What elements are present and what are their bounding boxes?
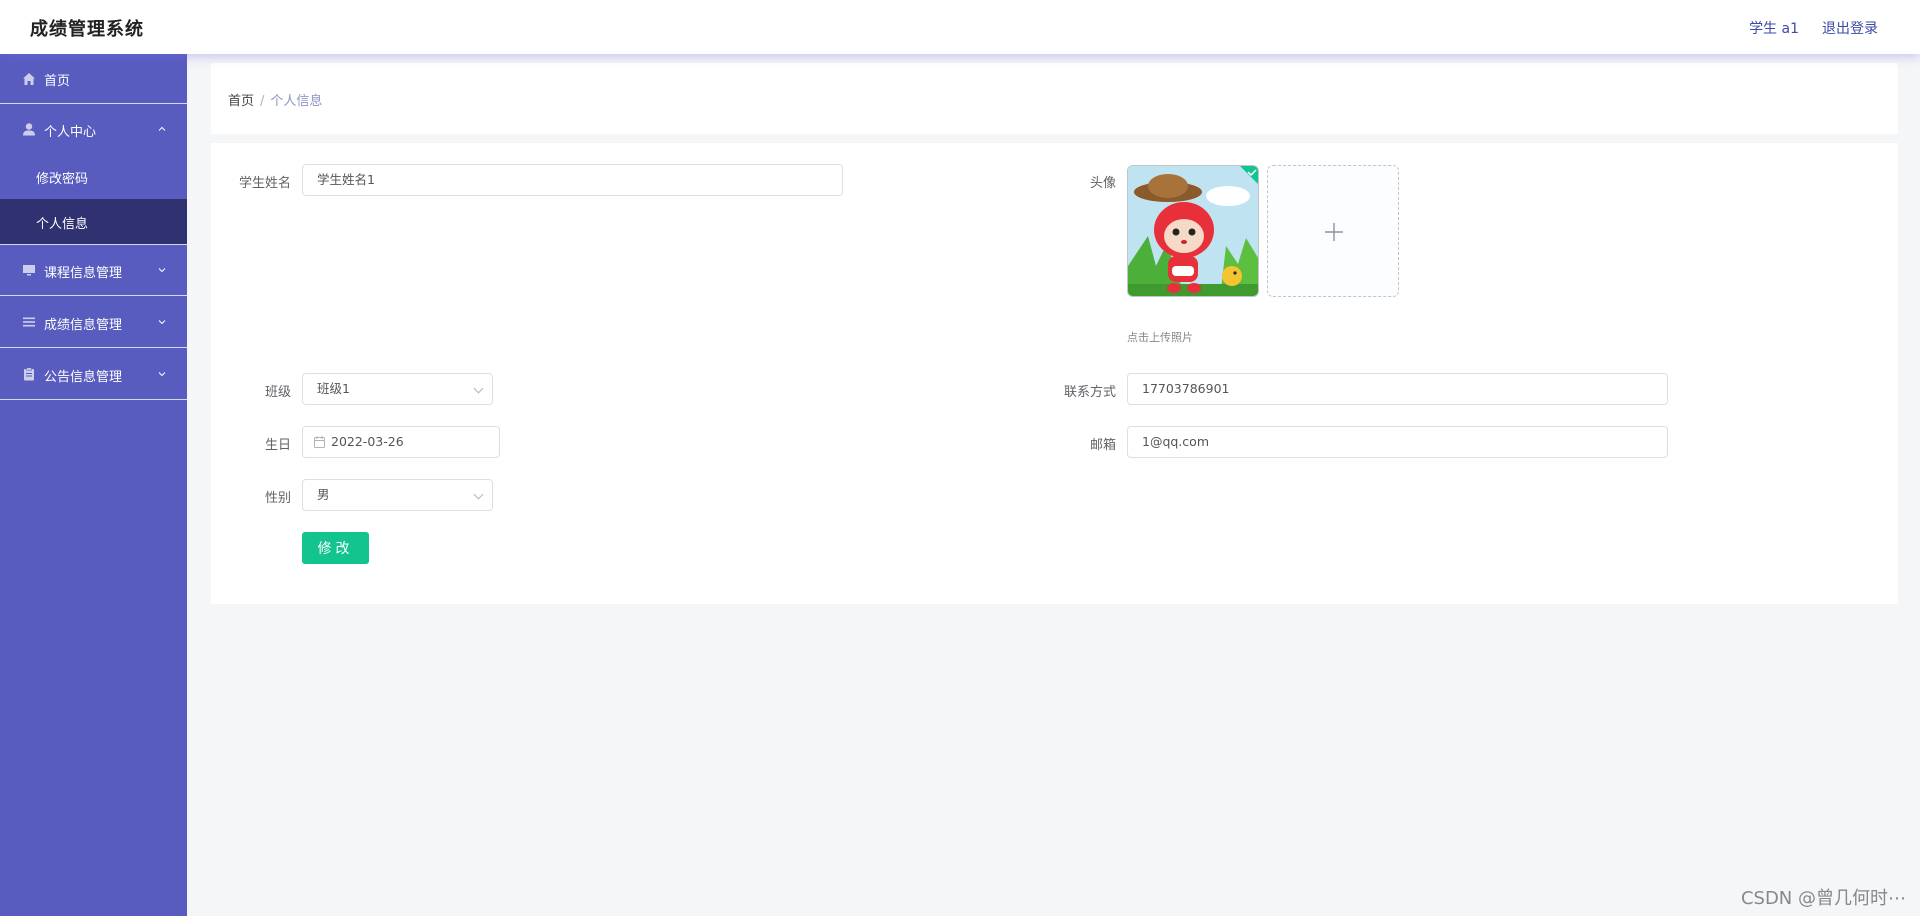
sidebar-subitem-label: 个人信息	[36, 217, 89, 232]
logout-link[interactable]: 退出登录	[1822, 18, 1878, 38]
sidebar-subitem-label: 修改密码	[36, 172, 89, 187]
chevron-down-icon	[473, 489, 484, 500]
class-select-value: 班级1	[317, 381, 350, 396]
sidebar-item-label: 个人中心	[44, 125, 97, 140]
list-icon	[23, 317, 35, 327]
student-name-input[interactable]: 学生姓名1	[302, 164, 843, 196]
app-title: 成绩管理系统	[30, 19, 144, 40]
birthday-date-picker[interactable]: 2022-03-26	[302, 426, 500, 458]
sidebar-item-grade-management[interactable]: 成绩信息管理	[0, 296, 187, 347]
sidebar-item-label: 课程信息管理	[44, 266, 123, 281]
home-icon	[23, 73, 35, 85]
monitor-icon	[23, 265, 35, 276]
chevron-down-icon	[158, 320, 166, 325]
top-header: 成绩管理系统 学生 a1 退出登录	[0, 0, 1920, 54]
chevron-up-icon	[158, 126, 166, 131]
class-select[interactable]: 班级1	[302, 373, 493, 405]
upload-hint: 点击上传照片	[1127, 331, 1193, 344]
email-input[interactable]: 1@qq.com	[1127, 426, 1668, 458]
sidebar-item-notice-management[interactable]: 公告信息管理	[0, 348, 187, 399]
avatar-image[interactable]	[1127, 165, 1259, 297]
sidebar-subitem-personal-info[interactable]: 个人信息	[0, 199, 187, 244]
student-name-label: 学生姓名	[238, 176, 291, 191]
breadcrumb: 首页 / 个人信息	[228, 90, 322, 109]
sidebar-divider	[0, 399, 187, 400]
current-user[interactable]: 学生 a1	[1749, 18, 1799, 38]
sidebar-item-label: 公告信息管理	[44, 370, 123, 385]
user-icon	[23, 123, 35, 136]
birthday-value: 2022-03-26	[331, 434, 404, 449]
sidebar-item-course-management[interactable]: 课程信息管理	[0, 245, 187, 295]
clipboard-icon	[24, 367, 34, 381]
avatar-label: 头像	[1089, 176, 1116, 191]
breadcrumb-home[interactable]: 首页	[228, 94, 254, 109]
email-label: 邮箱	[1089, 438, 1116, 453]
profile-form: 学生姓名 学生姓名1 头像 点击上传照片 班级 班级1 联系方式 1770378…	[211, 143, 1898, 604]
gender-select[interactable]: 男	[302, 479, 493, 511]
sidebar-item-label: 首页	[44, 74, 71, 89]
sidebar-item-label: 成绩信息管理	[44, 318, 123, 333]
submit-button[interactable]: 修改	[302, 532, 369, 564]
contact-label: 联系方式	[1063, 385, 1116, 400]
breadcrumb-separator: /	[260, 94, 265, 109]
breadcrumb-current: 个人信息	[270, 94, 323, 109]
sidebar-subitem-change-password[interactable]: 修改密码	[0, 154, 187, 199]
avatar-image	[1128, 166, 1258, 296]
sidebar-item-personal-center[interactable]: 个人中心	[0, 104, 187, 154]
chevron-down-icon	[473, 383, 484, 394]
calendar-icon	[314, 436, 325, 448]
class-label: 班级	[264, 385, 291, 400]
plus-icon	[1325, 223, 1343, 241]
contact-input[interactable]: 17703786901	[1127, 373, 1668, 405]
birthday-label: 生日	[264, 438, 291, 453]
sidebar-item-home[interactable]: 首页	[0, 54, 187, 103]
watermark: CSDN @曾几何时⋯	[1740, 888, 1906, 909]
avatar-upload-button[interactable]	[1267, 165, 1399, 297]
chevron-down-icon	[158, 268, 166, 273]
gender-label: 性别	[264, 491, 291, 506]
breadcrumb-panel: 首页 / 个人信息	[211, 63, 1898, 134]
sidebar: 首页 个人中心 修改密码 个人信息 课程信息管理 成绩信息管理 公告信息管理	[0, 54, 187, 916]
gender-select-value: 男	[317, 487, 330, 502]
chevron-down-icon	[158, 372, 166, 377]
